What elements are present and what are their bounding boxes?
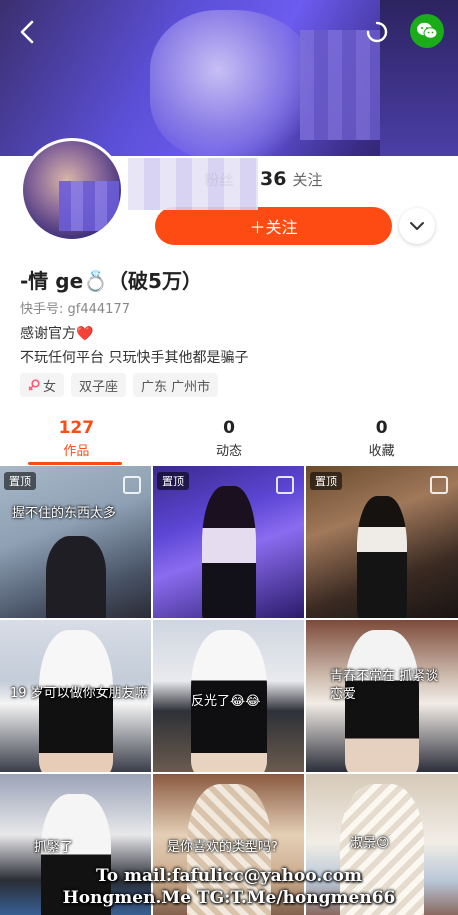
back-button[interactable] xyxy=(14,16,42,48)
banner-photo xyxy=(150,10,320,160)
video-thumbnail[interactable]: 置顶 握不住的东西太多 xyxy=(0,466,151,618)
video-grid: 置顶 握不住的东西太多 置顶 置顶 19 岁可以做你女朋友嘛 反光了😂😂 青春不… xyxy=(0,466,458,915)
following-count[interactable]: 36 xyxy=(260,168,286,190)
album-icon xyxy=(123,476,141,494)
video-caption: 淑景😊 xyxy=(350,836,390,851)
tag-label: 广东 广州市 xyxy=(141,379,211,395)
fans-count-mosaic xyxy=(128,158,258,210)
tab-label: 收藏 xyxy=(368,444,395,459)
tab-label: 动态 xyxy=(216,444,243,459)
tag-location: 广东 广州市 xyxy=(133,373,219,397)
video-thumbnail[interactable]: 置顶 xyxy=(153,466,304,618)
banner-mosaic xyxy=(300,30,390,140)
profile-banner xyxy=(0,0,458,160)
more-options-button[interactable] xyxy=(399,208,435,244)
avatar[interactable] xyxy=(20,138,124,242)
album-icon xyxy=(276,476,294,494)
avatar-mosaic xyxy=(59,181,119,231)
video-thumbnail[interactable]: 反光了😂😂 xyxy=(153,620,304,772)
video-caption: 反光了😂😂 xyxy=(191,694,261,709)
tab-count: 0 xyxy=(223,418,235,438)
video-caption: 青春不常在 抓紧谈恋爱 xyxy=(330,669,439,702)
pinned-badge: 置顶 xyxy=(4,472,36,490)
profile-tags: 女 双子座 广东 广州市 xyxy=(20,373,219,397)
video-thumbnail[interactable]: 青春不常在 抓紧谈恋爱 xyxy=(306,620,458,772)
tab-count: 127 xyxy=(58,418,95,438)
active-tab-indicator xyxy=(28,462,122,465)
follow-button-label: ＋关注 xyxy=(249,218,298,237)
chevron-left-icon xyxy=(20,20,34,44)
bio-line-2: 不玩任何平台 只玩快手其他都是骗子 xyxy=(20,350,249,366)
video-thumbnail[interactable]: 置顶 xyxy=(306,466,458,618)
tab-count: 0 xyxy=(375,418,388,438)
video-caption: 19 岁可以做你女朋友嘛 xyxy=(10,686,148,701)
watermark-line-1: To mail:fafulicc@yahoo.com xyxy=(96,866,362,886)
tab-moments[interactable]: 0 动态 xyxy=(153,418,306,464)
watermark-line-2: Hongmen.Me TG:T.Me/hongmen66 xyxy=(62,888,396,908)
tab-label: 作品 xyxy=(63,444,90,459)
video-caption: 抓緊了 xyxy=(34,840,74,855)
pinned-badge: 置顶 xyxy=(310,472,342,490)
video-caption: 是你喜欢的类型吗? xyxy=(167,840,278,855)
wechat-share-button[interactable] xyxy=(410,14,444,48)
bio-line-1: 感谢官方❤️ xyxy=(20,326,94,342)
content-tabs: 127 作品 0 动态 0 收藏 xyxy=(0,418,458,464)
album-icon xyxy=(430,476,448,494)
nickname: -情 ge💍（破5万） xyxy=(20,269,202,293)
tag-label: 双子座 xyxy=(79,379,119,395)
tag-label: 女 xyxy=(43,379,57,395)
tag-gender: 女 xyxy=(20,373,65,397)
loading-icon xyxy=(365,20,389,44)
female-icon xyxy=(28,378,40,390)
pinned-badge: 置顶 xyxy=(157,472,189,490)
kuaishou-id: 快手号: gf444177 xyxy=(20,302,130,317)
follow-button[interactable]: ＋关注 xyxy=(155,207,392,245)
wechat-icon xyxy=(417,22,438,39)
tab-favorites[interactable]: 0 收藏 xyxy=(305,418,458,464)
video-thumbnail[interactable]: 19 岁可以做你女朋友嘛 xyxy=(0,620,151,772)
tag-zodiac: 双子座 xyxy=(71,373,127,397)
tab-works[interactable]: 127 作品 xyxy=(0,418,153,464)
chevron-down-icon xyxy=(410,222,424,230)
video-caption: 握不住的东西太多 xyxy=(12,506,117,521)
following-label[interactable]: 关注 xyxy=(292,169,322,190)
